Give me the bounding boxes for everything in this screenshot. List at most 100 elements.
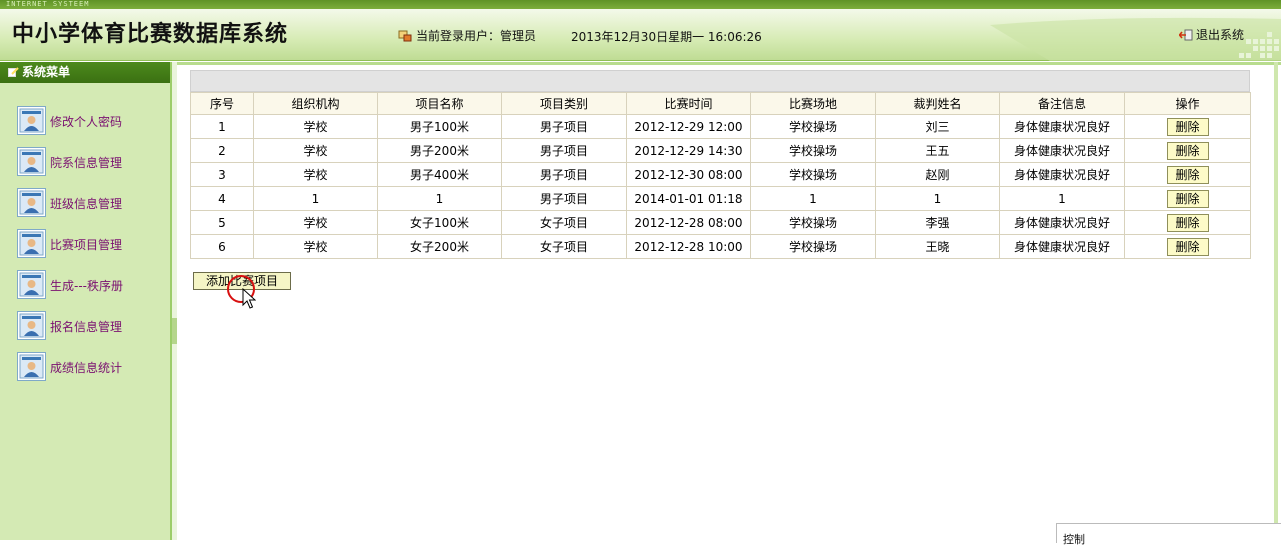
app-title: 中小学体育比赛数据库系统 xyxy=(12,21,289,47)
user-icon xyxy=(17,229,46,258)
cell-event-type: 男子项目 xyxy=(501,114,627,139)
sidebar-item-registration[interactable]: 报名信息管理 xyxy=(17,311,167,343)
sidebar-heading-label: 系统菜单 xyxy=(22,65,71,79)
cell-organization: 学校 xyxy=(253,114,378,139)
cell-venue: 学校操场 xyxy=(750,138,876,163)
edit-icon xyxy=(8,67,19,77)
logout-button[interactable]: 退出系统 xyxy=(1179,26,1244,43)
sidebar-item-department[interactable]: 院系信息管理 xyxy=(17,147,167,179)
sidebar-item-label: 成绩信息统计 xyxy=(50,361,123,375)
cell-match-time: 2012-12-28 08:00 xyxy=(626,210,751,235)
sidebar-item-scores[interactable]: 成绩信息统计 xyxy=(17,352,167,384)
header-index: 序号 xyxy=(190,92,254,115)
right-border xyxy=(1274,62,1278,540)
header-referee: 裁判姓名 xyxy=(875,92,1000,115)
table-row: 6 学校 女子200米 女子项目 2012-12-28 10:00 学校操场 王晓 身体健康状… xyxy=(190,234,1251,259)
cell-referee: 王五 xyxy=(875,138,1000,163)
sidebar: 系统菜单 修改个人密码 院系信息管理 班级信息管理 比赛项目管理 生成---秩序… xyxy=(0,62,172,540)
user-lock-icon xyxy=(398,30,412,42)
cell-organization: 学校 xyxy=(253,234,378,259)
cell-actions: 删除 xyxy=(1124,162,1251,187)
sidebar-item-label: 班级信息管理 xyxy=(50,197,123,211)
cell-event-type: 男子项目 xyxy=(501,186,627,211)
table-row: 2 学校 男子200米 男子项目 2012-12-29 14:30 学校操场 王五 身体健康状… xyxy=(190,138,1251,163)
cell-venue: 学校操场 xyxy=(750,234,876,259)
table-row: 3 学校 男子400米 男子项目 2012-12-30 08:00 学校操场 赵刚 身体健康状… xyxy=(190,162,1251,187)
logout-icon xyxy=(1179,29,1193,41)
event-table: 序号 组织机构 项目名称 项目类别 比赛时间 比赛场地 裁判姓名 备注信息 操作… xyxy=(190,92,1251,259)
cell-index: 1 xyxy=(190,114,254,139)
cell-venue: 学校操场 xyxy=(750,162,876,187)
cell-referee: 赵刚 xyxy=(875,162,1000,187)
mouse-cursor-icon xyxy=(242,288,256,309)
cell-remarks: 身体健康状况良好 xyxy=(999,162,1125,187)
delete-button[interactable]: 删除 xyxy=(1166,117,1209,136)
cell-event-name: 女子200米 xyxy=(377,234,502,259)
cell-referee: 1 xyxy=(875,186,1000,211)
cell-event-name: 男子100米 xyxy=(377,114,502,139)
control-panel[interactable]: 控制 xyxy=(1056,523,1281,546)
top-strip: INTERNET SYSTEEM xyxy=(0,0,1281,9)
delete-button[interactable]: 删除 xyxy=(1166,189,1209,208)
cell-referee: 李强 xyxy=(875,210,1000,235)
cell-match-time: 2012-12-29 12:00 xyxy=(626,114,751,139)
cell-event-name: 男子400米 xyxy=(377,162,502,187)
user-icon xyxy=(17,188,46,217)
cell-organization: 学校 xyxy=(253,162,378,187)
delete-button[interactable]: 删除 xyxy=(1166,165,1209,184)
current-user-label: 当前登录用户：管理员 xyxy=(416,29,537,43)
cell-venue: 学校操场 xyxy=(750,210,876,235)
user-icon xyxy=(17,147,46,176)
cell-match-time: 2012-12-28 10:00 xyxy=(626,234,751,259)
cell-match-time: 2012-12-29 14:30 xyxy=(626,138,751,163)
table-row: 4 1 1 男子项目 2014-01-01 01:18 1 1 1 删除 xyxy=(190,186,1251,211)
header-match-time: 比赛时间 xyxy=(626,92,751,115)
user-icon xyxy=(17,352,46,381)
cell-event-type: 女子项目 xyxy=(501,234,627,259)
cell-index: 2 xyxy=(190,138,254,163)
sidebar-item-label: 院系信息管理 xyxy=(50,156,123,170)
cell-match-time: 2014-01-01 01:18 xyxy=(626,186,751,211)
user-icon xyxy=(17,270,46,299)
cell-organization: 学校 xyxy=(253,138,378,163)
sidebar-item-label: 生成---秩序册 xyxy=(50,279,123,293)
cell-index: 6 xyxy=(190,234,254,259)
cell-event-name: 女子100米 xyxy=(377,210,502,235)
cell-event-type: 男子项目 xyxy=(501,162,627,187)
cell-match-time: 2012-12-30 08:00 xyxy=(626,162,751,187)
sidebar-heading: 系统菜单 xyxy=(0,62,170,83)
cell-event-name: 1 xyxy=(377,186,502,211)
header-event-name: 项目名称 xyxy=(377,92,502,115)
header-actions: 操作 xyxy=(1124,92,1251,115)
sidebar-item-class[interactable]: 班级信息管理 xyxy=(17,188,167,220)
cell-actions: 删除 xyxy=(1124,210,1251,235)
cell-index: 4 xyxy=(190,186,254,211)
delete-button[interactable]: 删除 xyxy=(1166,213,1209,232)
top-strip-label: INTERNET SYSTEEM xyxy=(6,0,90,8)
header: 中小学体育比赛数据库系统 当前登录用户：管理员 2013年12月30日星期一 1… xyxy=(0,9,1281,61)
header-event-type: 项目类别 xyxy=(501,92,627,115)
logout-label: 退出系统 xyxy=(1196,28,1245,42)
cell-actions: 删除 xyxy=(1124,234,1251,259)
cell-event-name: 男子200米 xyxy=(377,138,502,163)
cell-event-type: 女子项目 xyxy=(501,210,627,235)
sidebar-item-event[interactable]: 比赛项目管理 xyxy=(17,229,167,261)
sidebar-item-change-password[interactable]: 修改个人密码 xyxy=(17,106,167,138)
datetime: 2013年12月30日星期一 16:06:26 xyxy=(571,30,762,44)
cell-venue: 1 xyxy=(750,186,876,211)
sidebar-item-order-book[interactable]: 生成---秩序册 xyxy=(17,270,167,302)
table-row: 5 学校 女子100米 女子项目 2012-12-28 08:00 学校操场 李强 身体健康状… xyxy=(190,210,1251,235)
cell-referee: 王晓 xyxy=(875,234,1000,259)
cell-referee: 刘三 xyxy=(875,114,1000,139)
sidebar-item-label: 修改个人密码 xyxy=(50,115,123,129)
top-divider xyxy=(177,62,1281,65)
cell-organization: 学校 xyxy=(253,210,378,235)
delete-button[interactable]: 删除 xyxy=(1166,237,1209,256)
cell-venue: 学校操场 xyxy=(750,114,876,139)
main-content: 序号 组织机构 项目名称 项目类别 比赛时间 比赛场地 裁判姓名 备注信息 操作… xyxy=(177,62,1281,546)
cell-remarks: 身体健康状况良好 xyxy=(999,138,1125,163)
delete-button[interactable]: 删除 xyxy=(1166,141,1209,160)
cell-actions: 删除 xyxy=(1124,114,1251,139)
user-icon xyxy=(17,106,46,135)
table-row: 1 学校 男子100米 男子项目 2012-12-29 12:00 学校操场 刘三 身体健康状… xyxy=(190,114,1251,139)
